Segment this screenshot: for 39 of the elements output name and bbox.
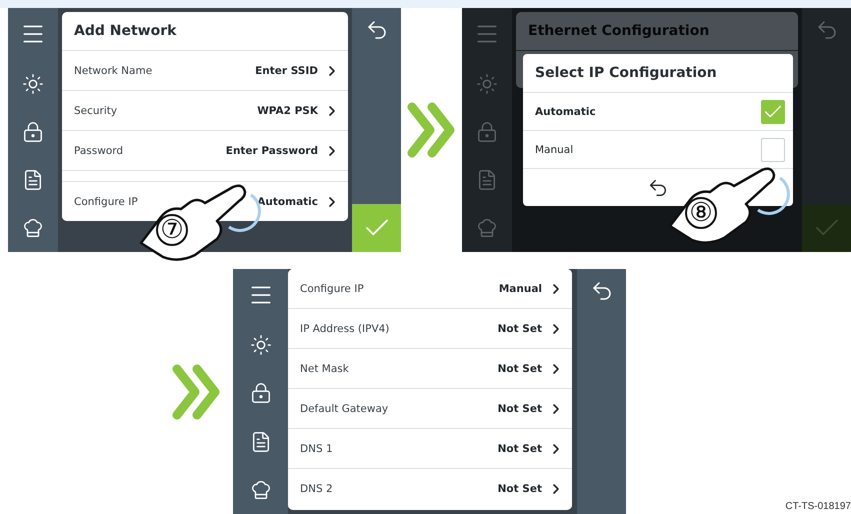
step-number: ⑧ bbox=[688, 198, 714, 228]
setting-value: Enter Password bbox=[226, 144, 318, 156]
chef-hat-icon[interactable] bbox=[250, 478, 272, 501]
step-number: ⑦ bbox=[159, 215, 185, 245]
double-chevron-icon bbox=[406, 101, 458, 159]
background-title: Ethernet Configuration bbox=[516, 12, 798, 51]
setting-label: DNS 1 bbox=[300, 442, 334, 454]
setting-value: Not Set bbox=[498, 322, 542, 334]
setting-label: Configure IP bbox=[74, 196, 139, 208]
dialog-title: Select IP Configuration bbox=[523, 54, 793, 93]
setting-label: Password bbox=[74, 144, 124, 156]
setting-label: DNS 2 bbox=[300, 482, 334, 494]
sun-icon[interactable] bbox=[22, 73, 44, 95]
setting-value: Not Set bbox=[498, 482, 542, 494]
setting-value: Enter SSID bbox=[255, 64, 318, 76]
setting-label: IP Address (IPV4) bbox=[300, 322, 390, 334]
document-icon[interactable] bbox=[22, 169, 44, 191]
lock-icon[interactable] bbox=[22, 121, 44, 143]
setting-label: Security bbox=[74, 104, 118, 116]
chef-hat-icon[interactable] bbox=[22, 217, 44, 239]
double-chevron-icon bbox=[170, 362, 222, 420]
setting-label: Default Gateway bbox=[300, 402, 390, 414]
sun-icon[interactable] bbox=[250, 334, 272, 356]
setting-label: Net Mask bbox=[300, 362, 350, 374]
option-label[interactable]: Manual bbox=[535, 144, 574, 156]
option-label[interactable]: Automatic bbox=[535, 106, 596, 118]
setting-label: Network Name bbox=[74, 64, 154, 76]
setting-value: Not Set bbox=[498, 442, 542, 454]
setting-row[interactable]: Configure IP Manual bbox=[288, 269, 572, 309]
setting-value: Automatic bbox=[257, 196, 318, 208]
option-checkbox[interactable] bbox=[761, 138, 785, 162]
lock-icon[interactable] bbox=[250, 382, 272, 404]
figure-code: CT-TS-018197 bbox=[785, 501, 851, 514]
setting-value: Not Set bbox=[498, 402, 542, 414]
setting-value: WPA2 PSK bbox=[257, 104, 318, 116]
setting-value: Not Set bbox=[498, 362, 542, 374]
setting-label: Configure IP bbox=[300, 282, 365, 294]
option-checkbox[interactable] bbox=[761, 100, 785, 124]
setting-value: Manual bbox=[498, 282, 542, 294]
